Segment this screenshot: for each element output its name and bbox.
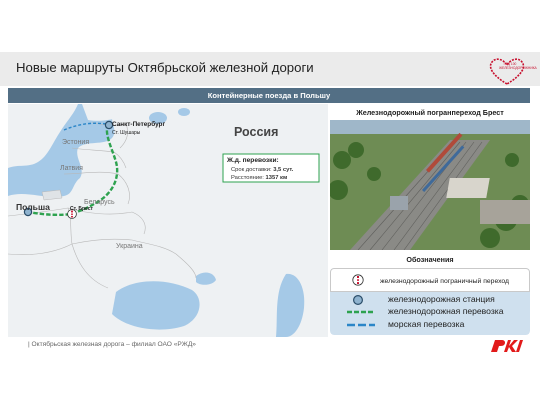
rail-line-icon bbox=[347, 310, 375, 314]
delivery-value: 3,5 сут. bbox=[273, 167, 294, 173]
route-map: Россия Эстония Латвия Беларусь Украина П… bbox=[8, 104, 328, 337]
banner-title: Контейнерные поезда в Польшу bbox=[207, 91, 331, 100]
kaliningrad bbox=[41, 189, 63, 201]
legend-label-sea: морская перевозка bbox=[388, 319, 465, 329]
svg-text:Срок доставки: 3,5 сут.: Срок доставки: 3,5 сут. bbox=[231, 167, 294, 173]
label-brest: Ст. Брест bbox=[70, 206, 94, 212]
label-russia: Россия bbox=[234, 125, 278, 139]
legend-label-station: железнодорожная станция bbox=[388, 294, 495, 304]
lake-onega bbox=[178, 108, 190, 116]
border-crossing-icon bbox=[352, 274, 364, 286]
photo-illustration bbox=[330, 120, 530, 250]
svg-text:Расстояние: 1357 км: Расстояние: 1357 км bbox=[231, 175, 287, 181]
rzd-logo-icon bbox=[491, 340, 523, 352]
legend-title: Обозначения bbox=[406, 255, 454, 264]
sea-line-icon bbox=[347, 323, 375, 327]
legend: железнодорожный пограничный переход желе… bbox=[330, 268, 530, 335]
photo-title: Железнодорожный погранпереход Брест bbox=[356, 108, 504, 117]
border-crossing-photo bbox=[330, 120, 530, 250]
legend-label-rail: железнодорожная перевозка bbox=[388, 306, 504, 316]
slide: Новые маршруты Октябрьской железной доро… bbox=[0, 0, 540, 405]
distance-value: 1357 км bbox=[266, 175, 288, 181]
legend-label-border-crossing: железнодорожный пограничный переход bbox=[380, 278, 510, 285]
page-title: Новые маршруты Октябрьской железной доро… bbox=[16, 60, 314, 75]
delivery-label: Срок доставки: bbox=[231, 167, 272, 173]
label-latvia: Латвия bbox=[60, 165, 83, 172]
label-belarus: Беларусь bbox=[84, 199, 115, 206]
label-spb: Санкт-Петербург bbox=[112, 120, 165, 128]
label-estonia: Эстония bbox=[62, 139, 89, 146]
map-canvas: Россия Эстония Латвия Беларусь Украина П… bbox=[8, 104, 328, 337]
black-sea bbox=[112, 281, 200, 330]
info-heading: Ж.д. перевозки: bbox=[226, 157, 279, 164]
logo-caption: ГОД 100 ЖЕЛЕЗНОДОРОЖНИКА bbox=[499, 62, 537, 71]
footer-text: | Октябрьская железная дорога – филиал О… bbox=[28, 341, 196, 348]
label-shushary: Ст. Шушары bbox=[112, 130, 141, 136]
label-ukraine: Украина bbox=[116, 243, 143, 250]
distance-label: Расстояние: bbox=[231, 175, 264, 181]
transport-info-box: Ж.д. перевозки: Срок доставки: 3,5 сут. … bbox=[222, 153, 320, 183]
station-icon bbox=[352, 294, 364, 306]
label-poland: Польша bbox=[16, 202, 50, 212]
